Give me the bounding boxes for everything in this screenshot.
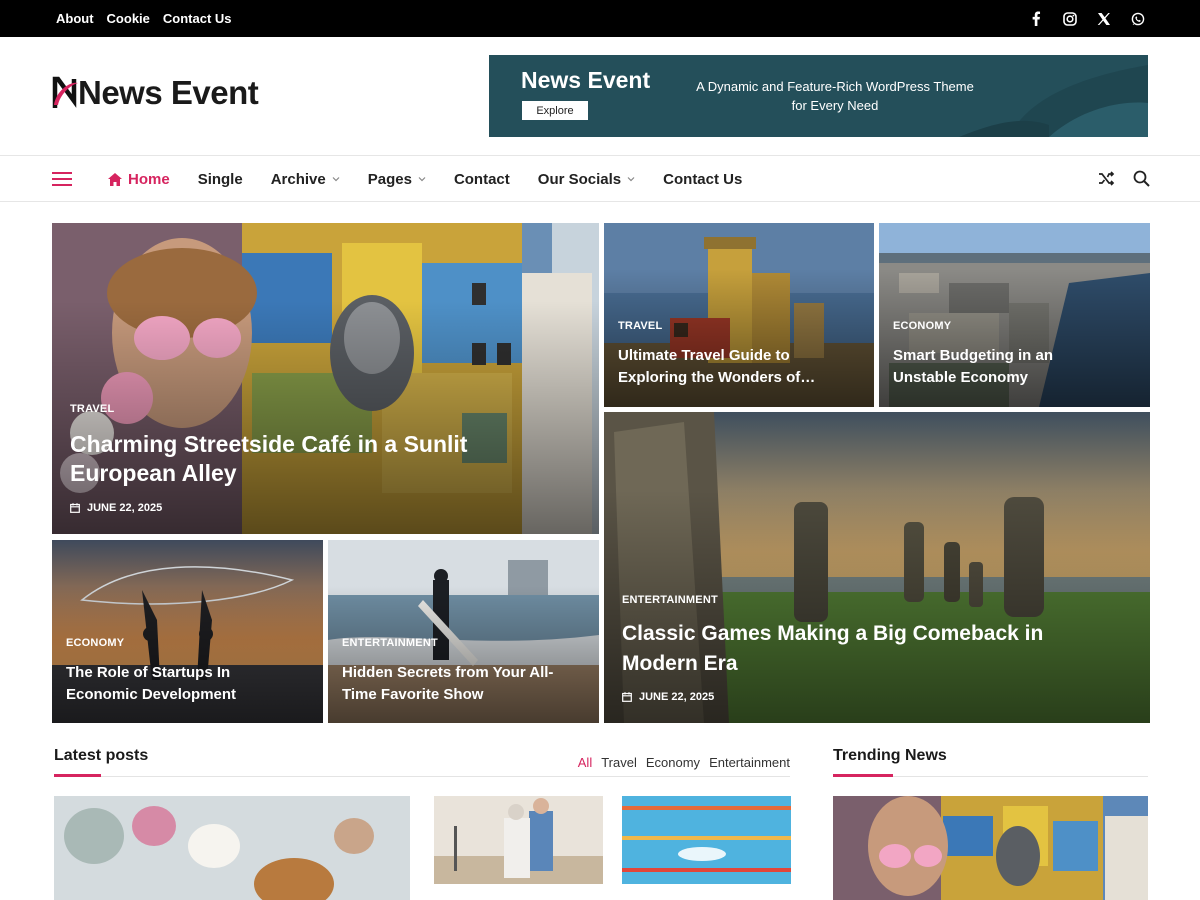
nav-item-label: Our Socials: [537, 170, 622, 188]
trending-post-thumb-1[interactable]: [833, 796, 1148, 900]
card-category[interactable]: TRAVEL: [70, 403, 581, 415]
nav-item-pages[interactable]: Pages: [368, 171, 426, 188]
card-content: ECONOMY Smart Budgeting in an Unstable E…: [879, 320, 1150, 407]
hero-main-card[interactable]: TRAVEL Charming Streetside Café in a Sun…: [52, 223, 599, 534]
card-title[interactable]: Classic Games Making a Big Comeback in M…: [622, 619, 1062, 679]
card-content: TRAVEL Ultimate Travel Guide to Explorin…: [604, 320, 874, 407]
card-title[interactable]: Charming Streetside Café in a Sunlit Eur…: [70, 430, 470, 488]
card-date-text: JUNE 22, 2025: [87, 502, 163, 514]
hero-card-big[interactable]: ENTERTAINMENT Classic Games Making a Big…: [604, 412, 1150, 723]
nav-item-label: Home: [128, 170, 170, 188]
top-bar: About Cookie Contact Us: [0, 0, 1200, 37]
latest-posts-divider: [54, 776, 790, 777]
nav-item-label: Archive: [270, 170, 326, 188]
filter-all[interactable]: All: [578, 755, 592, 770]
card-title[interactable]: Hidden Secrets from Your All- Time Favor…: [342, 662, 585, 706]
latest-post-thumb-2[interactable]: [434, 796, 603, 884]
nav-item-our-socials[interactable]: Our Socials: [538, 171, 635, 188]
card-content: ENTERTAINMENT Classic Games Making a Big…: [604, 594, 1150, 723]
menu-toggle-icon[interactable]: [52, 172, 72, 186]
nav-item-label: Contact: [453, 170, 510, 188]
card-title-line1: Ultimate Travel Guide to: [618, 347, 790, 364]
card-content: TRAVEL Charming Streetside Café in a Sun…: [52, 403, 599, 534]
nav-item-home[interactable]: Home: [108, 171, 170, 188]
filter-entertainment[interactable]: Entertainment: [709, 755, 790, 770]
whatsapp-icon[interactable]: [1130, 11, 1146, 27]
card-category[interactable]: ECONOMY: [66, 637, 309, 649]
banner-tagline: A Dynamic and Feature-Rich WordPress The…: [685, 77, 985, 115]
filter-travel[interactable]: Travel: [601, 755, 637, 770]
top-links: About Cookie Contact Us: [56, 0, 232, 37]
search-icon[interactable]: [1133, 170, 1150, 187]
card-title[interactable]: Smart Budgeting in an Unstable Economy: [893, 345, 1136, 389]
site-logo[interactable]: News Event: [52, 72, 259, 114]
card-title-line2: Exploring the Wonders of…: [618, 369, 816, 386]
nav-menu: Home Single Archive Pages Contact Our So…: [108, 156, 770, 202]
shuffle-icon[interactable]: [1098, 170, 1115, 187]
latest-filters: All Travel Economy Entertainment: [578, 755, 790, 770]
card-category[interactable]: ENTERTAINMENT: [622, 594, 1132, 606]
banner-title: News Event: [521, 67, 651, 93]
main-nav: Home Single Archive Pages Contact Our So…: [0, 155, 1200, 202]
card-date: JUNE 22, 2025: [70, 502, 581, 514]
card-title-line1: Hidden Secrets from Your All-: [342, 664, 554, 681]
nav-actions: [1098, 170, 1150, 187]
card-title-line2: Time Favorite Show: [342, 686, 484, 703]
top-link-cookie[interactable]: Cookie: [107, 11, 150, 26]
card-content: ENTERTAINMENT Hidden Secrets from Your A…: [328, 637, 599, 723]
logo-text: News Event: [78, 74, 259, 111]
banner-tagline-line1: A Dynamic and Feature-Rich WordPress The…: [696, 79, 974, 94]
card-category[interactable]: TRAVEL: [618, 320, 860, 332]
latest-posts-accent: [54, 774, 101, 777]
nav-item-contact[interactable]: Contact: [454, 171, 510, 188]
mural-image: [833, 796, 1148, 900]
banner-tagline-line2: for Every Need: [791, 98, 879, 113]
calendar-icon: [622, 692, 632, 702]
card-content: ECONOMY The Role of Startups In Economic…: [52, 637, 323, 723]
card-title[interactable]: The Role of Startups In Economic Develop…: [66, 662, 309, 706]
card-title-line1: Smart Budgeting in an: [893, 347, 1054, 364]
card-title-line1: The Role of Startups In: [66, 664, 231, 681]
swimming-pool-image: [622, 796, 791, 884]
trending-news-title: Trending News: [833, 747, 947, 764]
social-links: [1028, 0, 1146, 37]
nav-item-contact-us[interactable]: Contact Us: [663, 171, 742, 188]
top-link-contact-us[interactable]: Contact Us: [163, 11, 232, 26]
nav-item-label: Single: [197, 170, 243, 188]
calendar-icon: [70, 503, 80, 513]
latest-posts-title: Latest posts: [54, 747, 149, 764]
trending-accent: [833, 774, 893, 777]
header-banner[interactable]: News Event Explore A Dynamic and Feature…: [489, 55, 1148, 137]
card-category[interactable]: ENTERTAINMENT: [342, 637, 585, 649]
home-icon: [108, 172, 122, 186]
logo-mark-icon: [52, 76, 78, 108]
card-date: JUNE 22, 2025: [622, 691, 1132, 703]
card-title-line2: Unstable Economy: [893, 369, 1029, 386]
card-title[interactable]: Ultimate Travel Guide to Exploring the W…: [618, 345, 860, 389]
hero-card-top-b[interactable]: ECONOMY Smart Budgeting in an Unstable E…: [879, 223, 1150, 407]
hero-card-top-a[interactable]: TRAVEL Ultimate Travel Guide to Explorin…: [604, 223, 874, 407]
top-link-about[interactable]: About: [56, 11, 94, 26]
facebook-icon[interactable]: [1028, 11, 1044, 27]
card-category[interactable]: ECONOMY: [893, 320, 1136, 332]
chevron-down-icon: [418, 177, 426, 182]
hero-card-bottom-a[interactable]: ECONOMY The Role of Startups In Economic…: [52, 540, 323, 723]
filter-economy[interactable]: Economy: [646, 755, 700, 770]
nav-item-single[interactable]: Single: [198, 171, 243, 188]
card-title-line2: Economic Development: [66, 686, 237, 703]
hero-card-bottom-b[interactable]: ENTERTAINMENT Hidden Secrets from Your A…: [328, 540, 599, 723]
chevron-down-icon: [332, 177, 340, 182]
chevron-down-icon: [627, 177, 635, 182]
nav-item-label: Pages: [367, 170, 412, 188]
nav-item-archive[interactable]: Archive: [271, 171, 340, 188]
dancing-couple-image: [434, 796, 603, 884]
latest-post-thumb-3[interactable]: [622, 796, 791, 884]
banner-explore-button[interactable]: Explore: [522, 101, 588, 120]
flowers-image: [54, 796, 410, 900]
nav-item-label: Contact Us: [663, 170, 743, 188]
instagram-icon[interactable]: [1062, 11, 1078, 27]
latest-post-thumb-1[interactable]: [54, 796, 410, 900]
x-icon[interactable]: [1096, 11, 1112, 27]
card-date-text: JUNE 22, 2025: [639, 691, 715, 703]
